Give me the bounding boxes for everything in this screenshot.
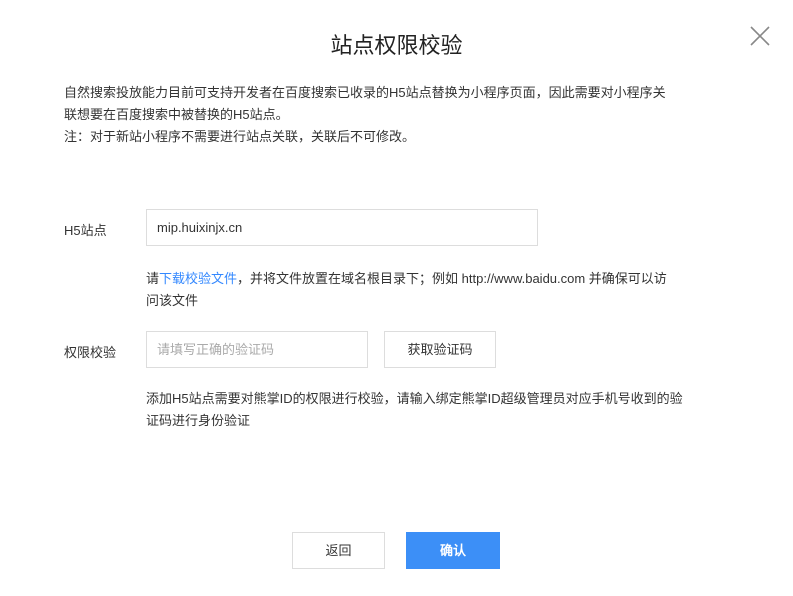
intro-note: 注：对于新站小程序不需要进行站点关联，关联后不可修改。: [64, 129, 416, 144]
dialog-title: 站点权限校验: [330, 33, 463, 58]
site-help: 请下载校验文件，并将文件放置在域名根目录下；例如 http://www.baid…: [146, 268, 667, 312]
help-rest: ，并将文件放置在域名根目录下；例如 http://www.baidu.com 并…: [237, 271, 667, 286]
get-code-button[interactable]: 获取验证码: [384, 331, 496, 368]
close-icon[interactable]: [748, 24, 772, 48]
help-prefix: 请: [146, 271, 160, 286]
verify-help: 添加H5站点需要对熊掌ID的权限进行校验，请输入绑定熊掌ID超级管理员对应手机号…: [146, 388, 683, 432]
help-line2: 问该文件: [146, 293, 199, 308]
confirm-button[interactable]: 确认: [406, 532, 500, 569]
help-line: 证码进行身份验证: [146, 413, 251, 428]
back-button[interactable]: 返回: [292, 532, 385, 569]
site-label: H5站点: [64, 223, 107, 238]
site-input[interactable]: [146, 209, 538, 246]
verification-code-input[interactable]: [146, 331, 368, 368]
intro-text: 自然搜索投放能力目前可支持开发者在百度搜索已收录的H5站点替换为小程序页面，因此…: [64, 82, 666, 148]
intro-line: 联想要在百度搜索中被替换的H5站点。: [64, 107, 289, 122]
verify-label: 权限校验: [64, 345, 117, 360]
intro-line: 自然搜索投放能力目前可支持开发者在百度搜索已收录的H5站点替换为小程序页面，因此…: [64, 85, 666, 100]
download-file-link[interactable]: 下载校验文件: [159, 271, 237, 286]
help-line: 添加H5站点需要对熊掌ID的权限进行校验，请输入绑定熊掌ID超级管理员对应手机号…: [146, 391, 683, 406]
